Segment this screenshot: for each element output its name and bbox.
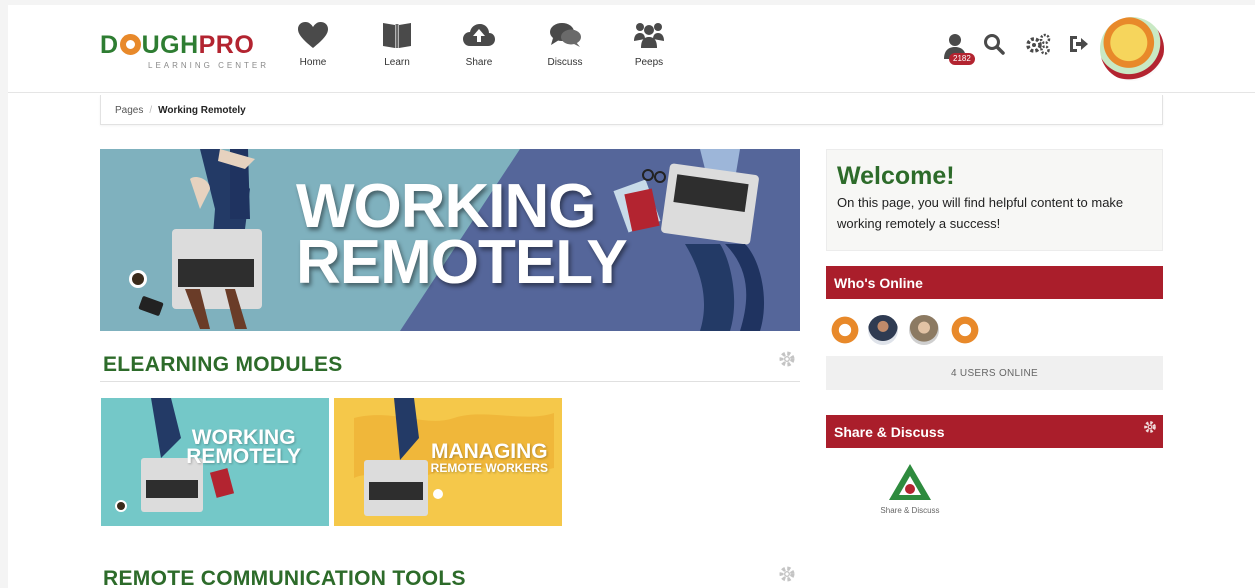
elearning-gear-icon[interactable] [778,350,796,368]
comm-tools-section-title: REMOTE COMMUNICATION TOOLS [103,567,466,588]
hero-title-line1: WORKING [296,172,597,241]
whos-online-title: Who's Online [834,275,923,291]
nav-discuss[interactable]: Discuss [530,15,600,85]
cloud-upload-icon [463,24,495,46]
nav-home-label: Home [299,57,327,68]
module-title: MANAGING REMOTE WORKERS [430,440,548,475]
share-discuss-title: Share & Discuss [834,424,945,440]
share-discuss-caption: Share & Discuss [880,506,940,515]
page: D UGHPRO LEARNING CENTER Home Learn Share… [8,5,1255,588]
breadcrumb: Pages / Working Remotely [100,95,1163,125]
logo-tagline: LEARNING CENTER [148,61,270,70]
share-discuss-link[interactable]: Share & Discuss [870,462,950,515]
people-icon [634,23,664,48]
notifications-button[interactable]: 2182 [943,33,975,65]
online-user-avatar[interactable] [950,315,980,345]
welcome-text: On this page, you will find helpful cont… [837,195,1124,231]
hero-title: WORKING REMOTELY [296,172,628,297]
heart-icon [298,22,328,48]
sign-out-icon [1070,36,1088,52]
hero-title-line2: REMOTELY [296,228,628,297]
doughpro-logo[interactable]: D UGHPRO LEARNING CENTER [100,33,270,73]
hero-banner: WORKING REMOTELY [100,149,800,331]
share-discuss-gear-icon[interactable] [1143,420,1157,434]
sign-out-button[interactable] [1067,33,1095,61]
logo-text-part1: D [100,31,119,59]
nav-peeps[interactable]: Peeps [614,15,684,85]
nav-learn-label: Learn [384,57,410,68]
book-icon [383,23,411,48]
nav-discuss-label: Discuss [547,57,583,68]
module-tile-managing-remote-workers[interactable]: MANAGING REMOTE WORKERS [334,398,562,526]
top-navigation-bar: D UGHPRO LEARNING CENTER Home Learn Share… [8,5,1255,93]
welcome-heading: Welcome! [837,162,955,190]
notification-count-badge: 2182 [949,53,975,65]
settings-button[interactable] [1025,33,1053,61]
users-online-count: 4 USERS ONLINE [826,356,1163,390]
nav-home[interactable]: Home [278,15,348,85]
online-user-avatar[interactable] [830,315,860,345]
nav-learn[interactable]: Learn [362,15,432,85]
whos-online-header: Who's Online [826,266,1163,299]
share-discuss-header: Share & Discuss [826,415,1163,448]
module-tile-working-remotely[interactable]: WORKING REMOTELY [101,398,329,526]
user-avatar[interactable] [1100,17,1164,81]
section-divider [100,381,800,382]
nav-share[interactable]: Share [444,15,514,85]
online-user-avatar[interactable] [909,315,939,345]
comm-tools-gear-icon[interactable] [778,565,796,583]
search-icon [984,34,1005,55]
chat-bubbles-icon [550,23,581,47]
module-subtitle: REMOTE WORKERS [430,461,548,475]
gears-icon [1026,33,1051,55]
breadcrumb-pages-link[interactable]: Pages [115,105,143,116]
elearning-section-title: ELEARNING MODULES [103,353,343,376]
nav-share-label: Share [465,57,493,68]
module-title: WORKING REMOTELY [186,427,301,468]
breadcrumb-current: Working Remotely [158,105,246,116]
module-title-line1: MANAGING [430,440,548,463]
logo-text-part3: PRO [198,31,255,59]
donut-logo-icon [119,34,141,55]
logo-text-part2: UGH [141,31,199,59]
online-user-avatar[interactable] [868,315,898,345]
nav-peeps-label: Peeps [634,57,664,68]
search-button[interactable] [983,33,1011,61]
module-title-line2: REMOTELY [186,445,301,468]
breadcrumb-separator: / [149,105,153,116]
welcome-panel: Welcome! On this page, you will find hel… [826,149,1163,251]
share-discuss-triangle-icon [889,464,931,500]
